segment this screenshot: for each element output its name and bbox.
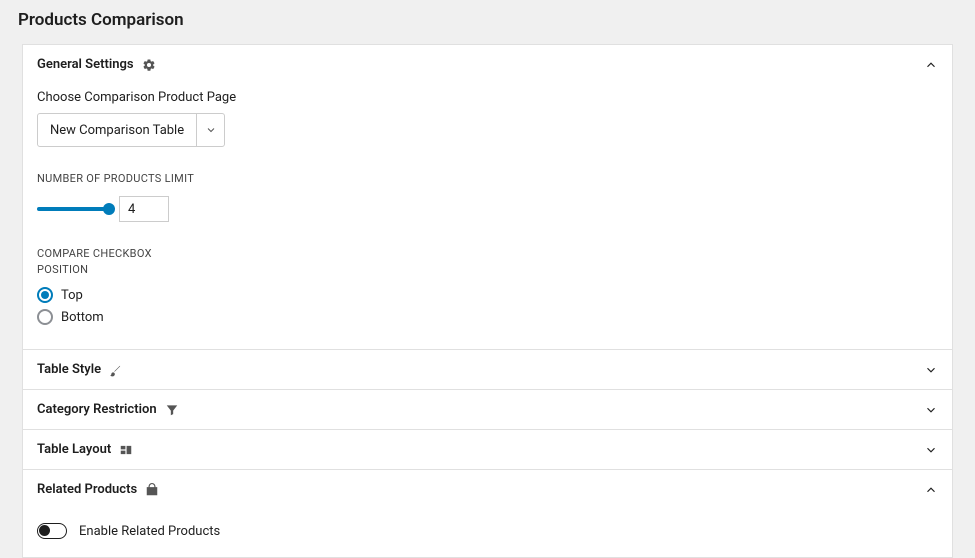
radio-top-row[interactable]: Top — [37, 287, 938, 303]
radio-bottom-row[interactable]: Bottom — [37, 309, 938, 325]
checkbox-position-label: Compare Checkbox Position — [37, 246, 197, 277]
settings-container: General Settings Choose Comparison Produ… — [22, 44, 953, 558]
panel-title-general: General Settings — [37, 57, 134, 72]
panel-related-products-header[interactable]: Related Products — [23, 469, 952, 509]
num-products-row: 4 — [37, 196, 938, 222]
filter-icon — [165, 403, 179, 417]
enable-related-label: Enable Related Products — [79, 524, 220, 539]
panel-related-products-body: Enable Related Products — [23, 509, 952, 557]
choose-page-select[interactable]: New Comparison Table — [37, 113, 225, 147]
chevron-up-icon — [924, 483, 938, 497]
radio-top[interactable] — [37, 287, 53, 303]
num-products-slider[interactable] — [37, 207, 109, 211]
page-title: Products Comparison — [0, 0, 975, 44]
enable-related-toggle[interactable] — [37, 523, 67, 539]
chevron-up-icon — [924, 58, 938, 72]
panel-title-related-products: Related Products — [37, 482, 137, 497]
panel-table-layout-header[interactable]: Table Layout — [23, 429, 952, 469]
panel-title-category-restriction: Category Restriction — [37, 402, 157, 417]
panel-category-restriction-header[interactable]: Category Restriction — [23, 389, 952, 429]
gear-icon — [142, 58, 156, 72]
radio-bottom[interactable] — [37, 309, 53, 325]
shopping-bag-icon — [145, 483, 159, 497]
brush-icon — [109, 363, 123, 377]
chevron-down-icon — [924, 363, 938, 377]
choose-page-value: New Comparison Table — [38, 114, 196, 146]
chevron-down-icon — [196, 114, 224, 146]
num-products-label: Number of Products Limit — [37, 171, 197, 186]
slider-thumb[interactable] — [103, 203, 115, 215]
choose-page-label: Choose Comparison Product Page — [37, 90, 938, 105]
num-products-input[interactable]: 4 — [119, 196, 169, 222]
enable-related-row: Enable Related Products — [37, 523, 938, 539]
layout-icon — [119, 443, 133, 457]
radio-top-label: Top — [61, 288, 83, 303]
panel-general-settings-body: Choose Comparison Product Page New Compa… — [23, 84, 952, 349]
chevron-down-icon — [924, 403, 938, 417]
panel-general-settings-header[interactable]: General Settings — [23, 45, 952, 84]
panel-title-table-style: Table Style — [37, 362, 101, 377]
panel-table-style-header[interactable]: Table Style — [23, 349, 952, 389]
radio-bottom-label: Bottom — [61, 310, 104, 325]
toggle-knob — [39, 525, 50, 536]
chevron-down-icon — [924, 443, 938, 457]
panel-title-table-layout: Table Layout — [37, 442, 111, 457]
